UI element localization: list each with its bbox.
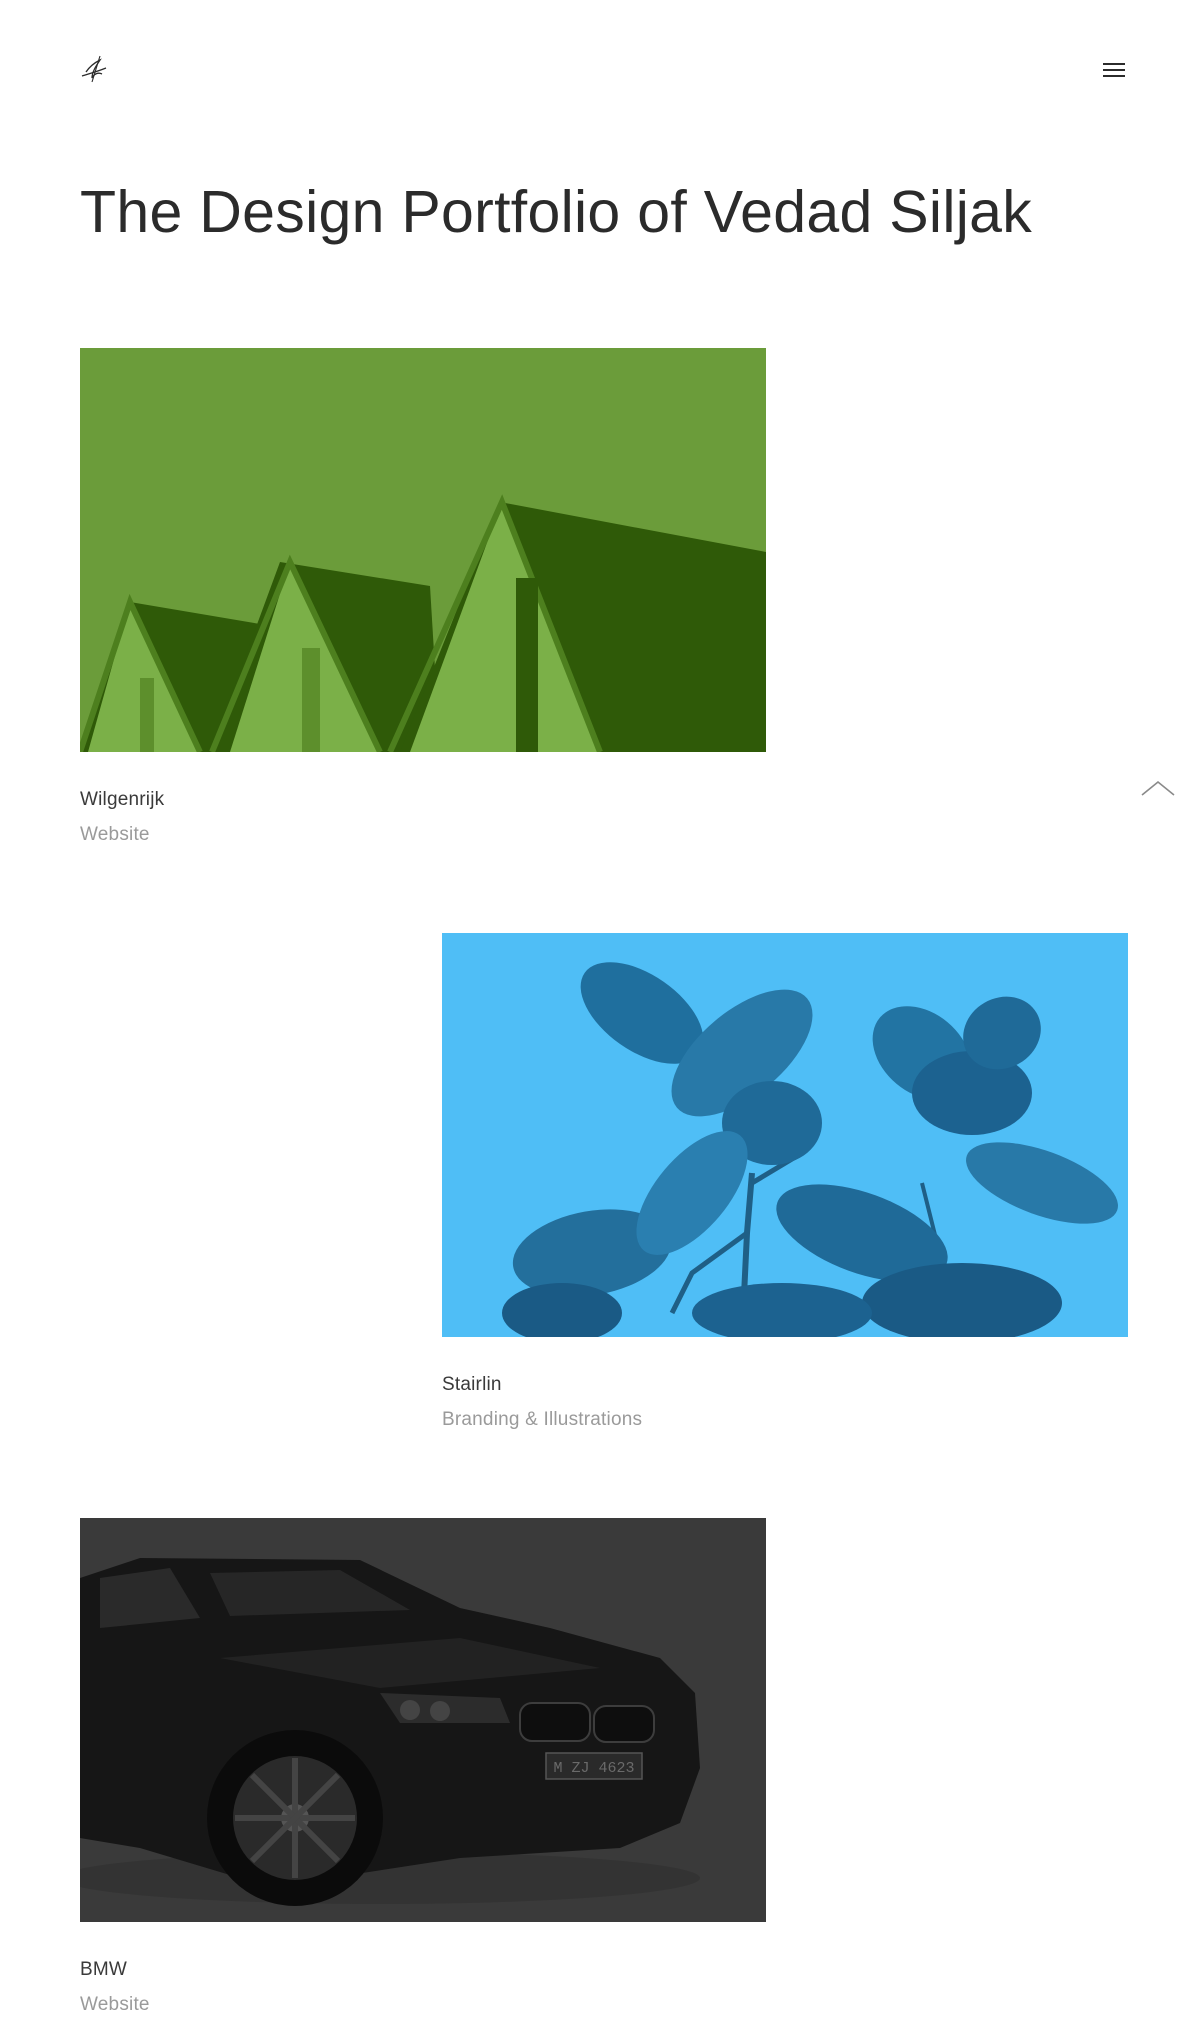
project-image-bmw[interactable]: M ZJ 4623: [80, 1518, 766, 1922]
project-name[interactable]: Wilgenrijk: [80, 788, 766, 812]
signature-logo-icon[interactable]: [78, 52, 112, 86]
menu-line: [1103, 69, 1125, 71]
project-image-wilgenrijk[interactable]: [80, 348, 766, 752]
hamburger-menu-icon[interactable]: [1100, 58, 1128, 82]
project-card-bmw[interactable]: M ZJ 4623 BMW Website: [80, 1518, 766, 2017]
page-title: The Design Portfolio of Vedad Siljak: [80, 179, 1033, 245]
menu-line: [1103, 75, 1125, 77]
project-name[interactable]: Stairlin: [442, 1373, 1128, 1397]
svg-text:M ZJ 4623: M ZJ 4623: [553, 1760, 634, 1777]
project-card-stairlin[interactable]: Stairlin Branding & Illustrations: [442, 933, 1128, 1432]
project-category: Branding & Illustrations: [442, 1409, 643, 1430]
project-image-stairlin[interactable]: [442, 933, 1128, 1337]
project-category: Website: [80, 1994, 150, 2015]
project-category: Website: [80, 824, 150, 845]
project-name[interactable]: BMW: [80, 1958, 766, 1982]
project-card-wilgenrijk[interactable]: Wilgenrijk Website: [80, 348, 766, 847]
chevron-up-icon[interactable]: [1140, 778, 1176, 798]
menu-line: [1103, 63, 1125, 65]
